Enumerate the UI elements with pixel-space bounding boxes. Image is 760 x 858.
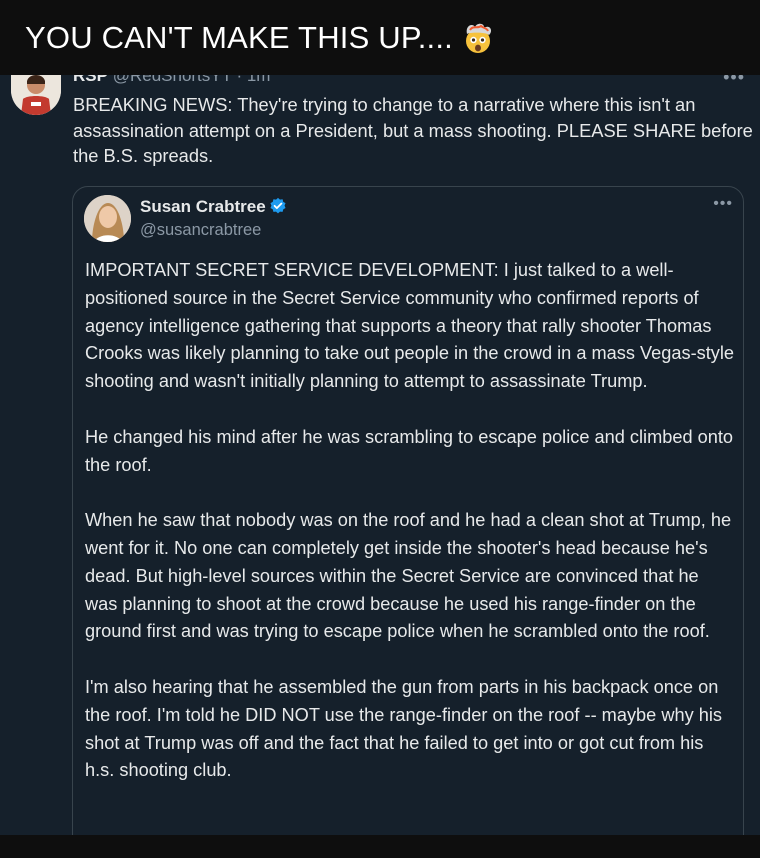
- quoted-author-handle[interactable]: @susancrabtree: [140, 221, 261, 240]
- avatar[interactable]: [11, 75, 61, 115]
- tweet-header: RSP @RedShortsYT · 1m: [73, 75, 270, 86]
- tweet-time[interactable]: 1m: [247, 75, 271, 85]
- tweet-text: BREAKING NEWS: They're trying to change …: [73, 94, 753, 166]
- quoted-avatar-image: [84, 195, 131, 242]
- quoted-paragraph: I'm also hearing that he assembled the g…: [85, 676, 722, 781]
- quoted-author-line: Susan Crabtree: [140, 197, 287, 217]
- quoted-avatar[interactable]: [84, 195, 131, 242]
- caption-text: YOU CAN'T MAKE THIS UP....: [25, 19, 453, 55]
- author-name[interactable]: RSP: [73, 75, 108, 85]
- quoted-tweet[interactable]: Susan Crabtree @susancrabtree ••• IMPORT…: [72, 186, 744, 835]
- quoted-paragraph: When he saw that nobody was on the roof …: [85, 510, 732, 642]
- more-options-icon[interactable]: •••: [723, 75, 745, 88]
- tweet[interactable]: RSP @RedShortsYT · 1m ••• BREAKING NEWS:…: [0, 75, 760, 835]
- bottom-bar: [0, 835, 760, 858]
- quoted-more-options-icon[interactable]: •••: [713, 195, 733, 213]
- author-handle[interactable]: @RedShortsYT: [113, 75, 232, 85]
- quoted-author-name[interactable]: Susan Crabtree: [140, 197, 266, 216]
- quoted-paragraph: He changed his mind after he was scrambl…: [85, 426, 734, 475]
- verified-badge-icon: [270, 197, 286, 214]
- separator-dot: ·: [236, 75, 247, 85]
- quoted-tweet-body: IMPORTANT SECRET SERVICE DEVELOPMENT: I …: [85, 257, 735, 813]
- avatar-image: [11, 75, 61, 115]
- exploding-head-icon: [466, 23, 492, 53]
- caption-bar: YOU CAN'T MAKE THIS UP....: [0, 0, 760, 75]
- quoted-paragraph: IMPORTANT SECRET SERVICE DEVELOPMENT: I …: [85, 260, 735, 392]
